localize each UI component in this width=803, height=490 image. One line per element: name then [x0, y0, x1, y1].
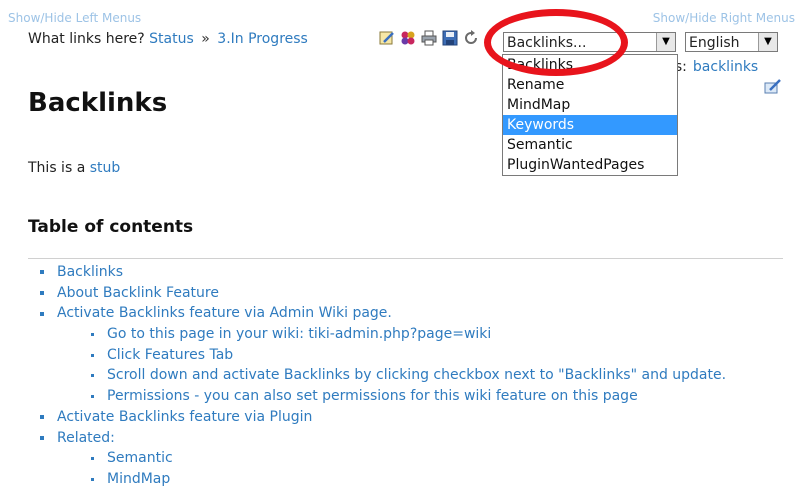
- toc-subitem: Permissions - you can also set permissio…: [40, 386, 726, 407]
- bullet-icon: [40, 311, 44, 316]
- chevron-down-icon[interactable]: ▼: [758, 33, 777, 51]
- toc-item: Activate Backlinks feature via Admin Wik…: [40, 303, 726, 324]
- breadcrumb-separator: »: [201, 31, 210, 47]
- toc-item: About Backlink Feature: [40, 283, 726, 304]
- page-toolbar: [378, 29, 480, 47]
- what-links-here-label: What links here?: [28, 31, 145, 47]
- save-icon[interactable]: [441, 29, 459, 47]
- toc-subitem: Go to this page in your wiki: tiki-admin…: [40, 324, 726, 345]
- tag-backlinks-link[interactable]: backlinks: [693, 59, 758, 75]
- dropdown-option-backlinks[interactable]: Backlinks: [503, 55, 677, 75]
- toc-subitem: Scroll down and activate Backlinks by cl…: [40, 365, 726, 386]
- toc-item: Activate Backlinks feature via Plugin: [40, 407, 726, 428]
- edit-tags-icon[interactable]: [764, 78, 782, 98]
- dropdown-option-keywords[interactable]: Keywords: [503, 115, 677, 135]
- toc-subitem: Click Features Tab: [40, 345, 726, 366]
- breadcrumb: What links here? Status » 3.In Progress: [28, 31, 308, 47]
- toc-link[interactable]: Activate Backlinks feature via Admin Wik…: [57, 303, 392, 324]
- toc-link[interactable]: Click Features Tab: [107, 345, 233, 366]
- dropdown-option-pluginwantedpages[interactable]: PluginWantedPages: [503, 155, 677, 175]
- print-icon[interactable]: [420, 29, 438, 47]
- wiki-actions-dropdown: Backlinks Rename MindMap Keywords Semant…: [502, 54, 678, 176]
- bullet-icon: [40, 415, 44, 420]
- bullet-icon: [40, 291, 44, 296]
- toc-divider: [28, 258, 783, 259]
- toc-subitem: MindMap: [40, 469, 726, 490]
- toc-link[interactable]: Go to this page in your wiki: tiki-admin…: [107, 324, 491, 345]
- bullet-icon: [91, 332, 94, 336]
- toc-link[interactable]: Backlinks: [57, 262, 123, 283]
- refresh-icon[interactable]: [462, 29, 480, 47]
- stub-link[interactable]: stub: [90, 160, 121, 176]
- toc-heading: Table of contents: [28, 217, 194, 237]
- toc-link[interactable]: Permissions - you can also set permissio…: [107, 386, 638, 407]
- bullet-icon: [40, 435, 44, 440]
- page-title: Backlinks: [28, 88, 168, 118]
- toc-subitem: Semantic: [40, 448, 726, 469]
- table-of-contents: Backlinks About Backlink Feature Activat…: [40, 262, 726, 490]
- tags: gs:backlinks: [666, 59, 758, 75]
- toc-link[interactable]: About Backlink Feature: [57, 283, 219, 304]
- toc-link[interactable]: Scroll down and activate Backlinks by cl…: [107, 365, 726, 386]
- edit-icon[interactable]: [378, 29, 396, 47]
- bullet-icon: [91, 457, 94, 461]
- wiki-actions-select-value: Backlinks...: [507, 35, 587, 51]
- toc-link[interactable]: Related:: [57, 428, 115, 449]
- language-select[interactable]: English ▼: [685, 32, 778, 52]
- toc-link[interactable]: Activate Backlinks feature via Plugin: [57, 407, 312, 428]
- wiki-actions-select[interactable]: Backlinks... ▼: [503, 32, 676, 52]
- dropdown-option-mindmap[interactable]: MindMap: [503, 95, 677, 115]
- toc-item: Related:: [40, 428, 726, 449]
- toc-item: Backlinks: [40, 262, 726, 283]
- language-select-value: English: [689, 35, 740, 51]
- toc-link[interactable]: MindMap: [107, 469, 170, 490]
- breadcrumb-status-link[interactable]: Status: [149, 31, 194, 47]
- breadcrumb-in-progress-link[interactable]: 3.In Progress: [217, 31, 308, 47]
- show-hide-left-menus-link[interactable]: Show/Hide Left Menus: [8, 11, 141, 25]
- bullet-icon: [91, 374, 94, 378]
- stub-text: This is a: [28, 160, 86, 176]
- show-hide-right-menus-link[interactable]: Show/Hide Right Menus: [653, 11, 795, 25]
- bullet-icon: [40, 270, 44, 275]
- stub-notice: This is a stub: [28, 160, 120, 176]
- bullet-icon: [91, 353, 94, 357]
- chevron-down-icon[interactable]: ▼: [656, 33, 675, 51]
- toc-link[interactable]: Semantic: [107, 448, 173, 469]
- bullet-icon: [91, 394, 94, 398]
- bullet-icon: [91, 477, 94, 481]
- translate-icon[interactable]: [399, 29, 417, 47]
- dropdown-option-rename[interactable]: Rename: [503, 75, 677, 95]
- dropdown-option-semantic[interactable]: Semantic: [503, 135, 677, 155]
